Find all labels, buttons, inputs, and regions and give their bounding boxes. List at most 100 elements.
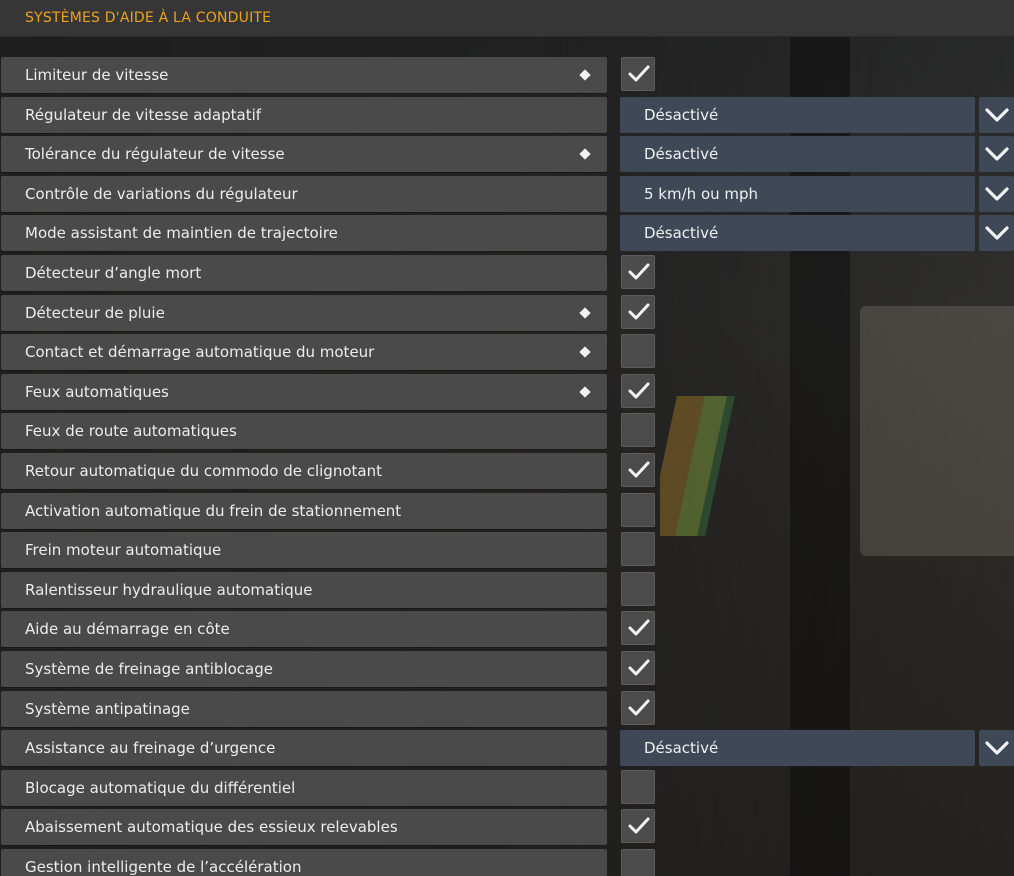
setting-label-box[interactable]: Blocage automatique du différentiel — [1, 769, 607, 806]
section-title: SYSTÈMES D'AIDE À LA CONDUITE — [25, 10, 272, 26]
setting-label-box[interactable]: Ralentisseur hydraulique automatique — [1, 571, 607, 608]
setting-label-box[interactable]: Abaissement automatique des essieux rele… — [1, 809, 607, 846]
setting-label: Feux de route automatiques — [25, 422, 237, 441]
dropdown-select[interactable]: Désactivé — [620, 96, 975, 133]
setting-label: Assistance au freinage d’urgence — [25, 739, 276, 758]
dropdown-value: Désactivé — [644, 145, 719, 164]
setting-label-box[interactable]: Tolérance du régulateur de vitesse — [1, 136, 607, 173]
setting-row: Blocage automatique du différentiel — [0, 769, 1014, 809]
checkbox-checked[interactable] — [621, 57, 655, 91]
dropdown-toggle-button[interactable] — [979, 730, 1014, 767]
dropdown-select[interactable]: Désactivé — [620, 730, 975, 767]
setting-label-box[interactable]: Détecteur d’angle mort — [1, 254, 607, 291]
setting-row: Contact et démarrage automatique du mote… — [0, 333, 1014, 373]
setting-label: Activation automatique du frein de stati… — [25, 501, 402, 520]
setting-row: Retour automatique du commodo de clignot… — [0, 452, 1014, 492]
checkbox-unchecked[interactable] — [621, 571, 655, 606]
setting-label: Détecteur d’angle mort — [25, 263, 202, 282]
settings-list: Limiteur de vitesse Régulateur de vitesse… — [0, 56, 1014, 876]
dropdown-select[interactable]: Désactivé — [620, 136, 975, 173]
checkbox-unchecked[interactable] — [621, 532, 655, 567]
setting-row: Détecteur d’angle mort — [0, 254, 1014, 294]
setting-row: Gestion intelligente de l’accélération — [0, 848, 1014, 876]
dropdown-select[interactable]: 5 km/h ou mph — [620, 175, 975, 212]
setting-label: Gestion intelligente de l’accélération — [25, 857, 302, 876]
setting-label: Contact et démarrage automatique du mote… — [25, 343, 375, 362]
setting-label: Aide au démarrage en côte — [25, 620, 230, 639]
dropdown-toggle-button[interactable] — [979, 215, 1014, 252]
setting-label-box[interactable]: Contact et démarrage automatique du mote… — [1, 334, 607, 371]
setting-row: Abaissement automatique des essieux rele… — [0, 808, 1014, 848]
setting-label: Blocage automatique du différentiel — [25, 778, 296, 797]
setting-label-box[interactable]: Feux de route automatiques — [1, 413, 607, 450]
setting-row: Mode assistant de maintien de trajectoir… — [0, 214, 1014, 254]
setting-label: Mode assistant de maintien de trajectoir… — [25, 224, 338, 243]
setting-label-box[interactable]: Limiteur de vitesse — [1, 57, 607, 93]
setting-label: Système de freinage antiblocage — [25, 659, 273, 678]
checkbox-checked[interactable] — [621, 294, 655, 329]
setting-label: Retour automatique du commodo de clignot… — [25, 461, 382, 480]
checkbox-checked[interactable] — [621, 254, 655, 289]
setting-row: Limiteur de vitesse — [0, 56, 1014, 96]
checkbox-unchecked[interactable] — [621, 413, 655, 448]
setting-row: Aide au démarrage en côte — [0, 610, 1014, 650]
dropdown-value: Désactivé — [644, 224, 719, 243]
setting-label-box[interactable]: Retour automatique du commodo de clignot… — [1, 452, 607, 489]
setting-label-box[interactable]: Contrôle de variations du régulateur — [1, 175, 607, 212]
setting-row: Système de freinage antiblocage — [0, 650, 1014, 690]
setting-row: Activation automatique du frein de stati… — [0, 492, 1014, 532]
dropdown-value: 5 km/h ou mph — [644, 184, 759, 203]
setting-row: Ralentisseur hydraulique automatique — [0, 571, 1014, 611]
setting-label-box[interactable]: Aide au démarrage en côte — [1, 611, 607, 648]
checkbox-checked[interactable] — [621, 690, 655, 725]
dropdown-value: Désactivé — [644, 105, 719, 124]
setting-label-box[interactable]: Activation automatique du frein de stati… — [1, 492, 607, 529]
diamond-icon — [579, 69, 591, 81]
diamond-icon — [579, 148, 591, 160]
setting-row: Feux automatiques — [0, 373, 1014, 413]
setting-label: Ralentisseur hydraulique automatique — [25, 580, 313, 599]
setting-label: Feux automatiques — [25, 382, 169, 401]
setting-label-box[interactable]: Détecteur de pluie — [1, 294, 607, 331]
checkbox-unchecked[interactable] — [621, 848, 655, 876]
dropdown-toggle-button[interactable] — [979, 96, 1014, 133]
setting-label-box[interactable]: Frein moteur automatique — [1, 532, 607, 569]
setting-row: Détecteur de pluie — [0, 294, 1014, 334]
setting-label: Frein moteur automatique — [25, 541, 222, 560]
setting-label: Tolérance du régulateur de vitesse — [25, 145, 285, 164]
setting-row: Frein moteur automatique — [0, 531, 1014, 571]
checkbox-unchecked[interactable] — [621, 492, 655, 527]
setting-label-box[interactable]: Feux automatiques — [1, 373, 607, 410]
checkbox-checked[interactable] — [621, 452, 655, 487]
setting-label-box[interactable]: Gestion intelligente de l’accélération — [1, 848, 607, 876]
setting-label: Contrôle de variations du régulateur — [25, 184, 298, 203]
setting-row: Tolérance du régulateur de vitesse Désact… — [0, 135, 1014, 175]
checkbox-unchecked[interactable] — [621, 334, 655, 369]
checkbox-checked[interactable] — [621, 373, 655, 408]
setting-label: Régulateur de vitesse adaptatif — [25, 105, 262, 124]
checkbox-unchecked[interactable] — [621, 769, 655, 804]
setting-label-box[interactable]: Système de freinage antiblocage — [1, 650, 607, 687]
section-header: SYSTÈMES D'AIDE À LA CONDUITE — [0, 0, 1014, 37]
checkbox-checked[interactable] — [621, 611, 655, 646]
setting-row: Feux de route automatiques — [0, 412, 1014, 452]
setting-label: Système antipatinage — [25, 699, 190, 718]
diamond-icon — [579, 346, 591, 358]
setting-label: Abaissement automatique des essieux rele… — [25, 818, 398, 837]
dropdown-toggle-button[interactable] — [979, 175, 1014, 212]
checkbox-checked[interactable] — [621, 809, 655, 844]
setting-label: Limiteur de vitesse — [25, 66, 169, 84]
setting-label-box[interactable]: Système antipatinage — [1, 690, 607, 727]
setting-row: Assistance au freinage d’urgence Désactiv… — [0, 729, 1014, 769]
dropdown-toggle-button[interactable] — [979, 136, 1014, 173]
dropdown-select[interactable]: Désactivé — [620, 215, 975, 252]
dropdown-value: Désactivé — [644, 739, 719, 758]
checkbox-checked[interactable] — [621, 650, 655, 685]
setting-label-box[interactable]: Assistance au freinage d’urgence — [1, 730, 607, 767]
diamond-icon — [579, 306, 591, 319]
setting-label: Détecteur de pluie — [25, 303, 165, 322]
setting-row: Système antipatinage — [0, 690, 1014, 730]
setting-row: Contrôle de variations du régulateur 5 km… — [0, 175, 1014, 215]
setting-label-box[interactable]: Mode assistant de maintien de trajectoir… — [1, 215, 607, 252]
setting-label-box[interactable]: Régulateur de vitesse adaptatif — [1, 96, 607, 133]
